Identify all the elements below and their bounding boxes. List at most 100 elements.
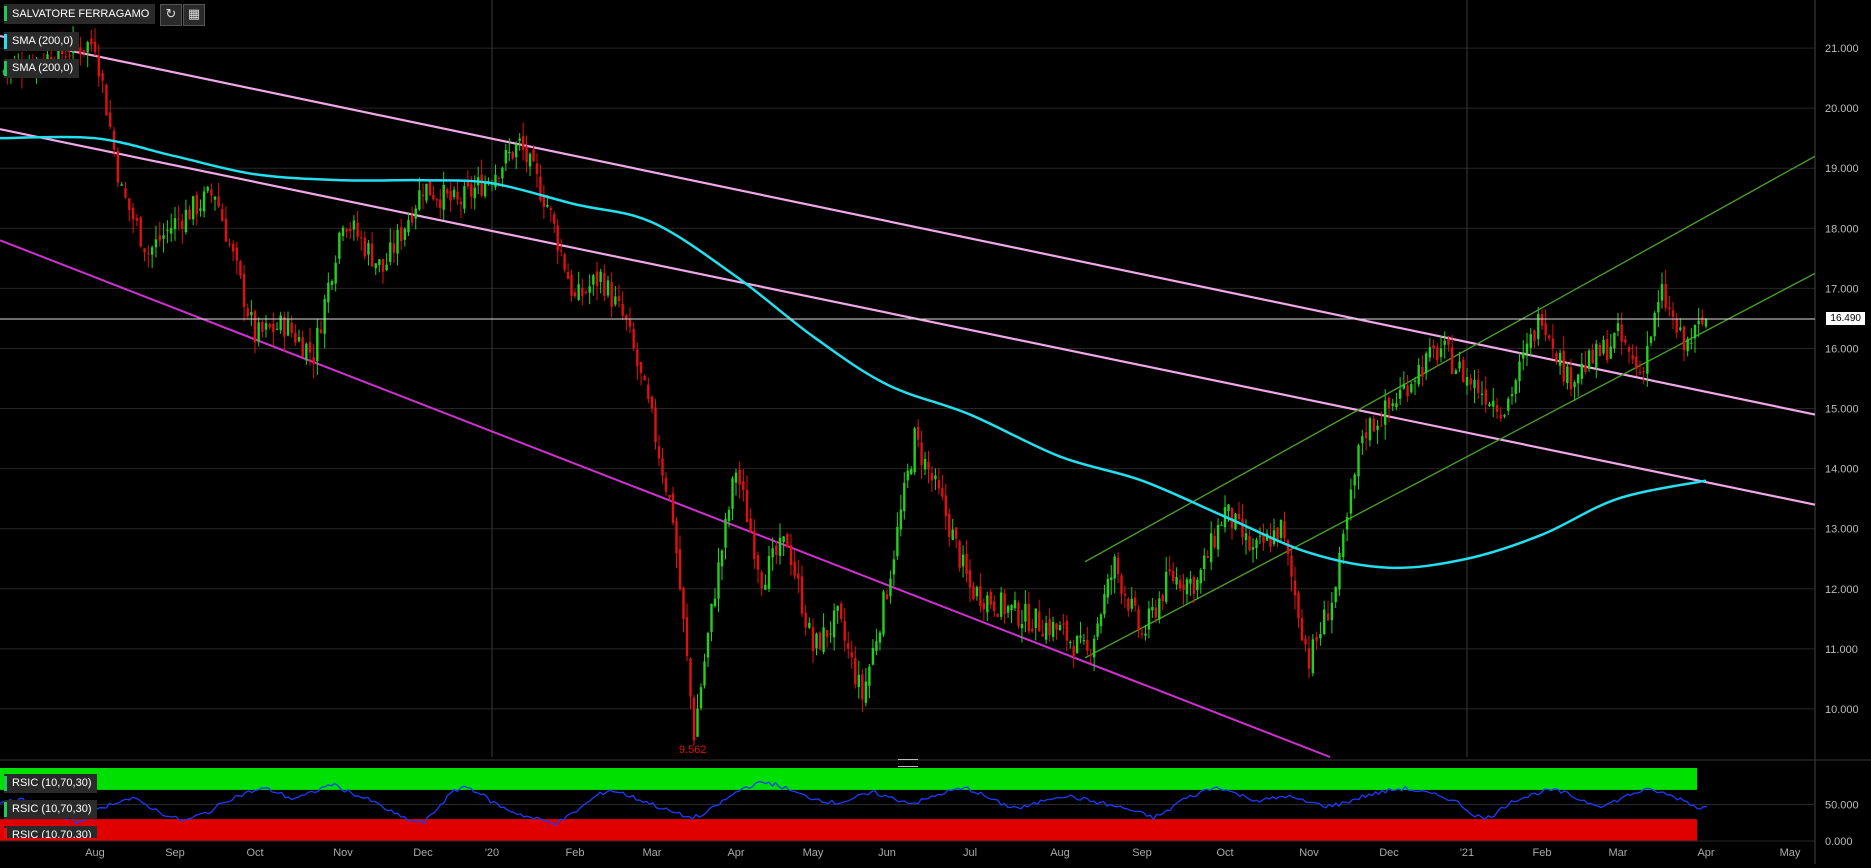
candle-body: [359, 237, 363, 239]
candle-body: [286, 319, 290, 336]
candle-body: [889, 578, 892, 596]
candle-body: [1027, 603, 1031, 632]
candle-body: [101, 73, 104, 81]
series-color-marker: [4, 802, 7, 817]
price-tick-label: 11.000: [1825, 644, 1858, 656]
candle-body: [297, 337, 301, 342]
candle-body: [1462, 359, 1465, 383]
candle-body: [1395, 403, 1398, 408]
candle-body: [1209, 533, 1213, 563]
candle-body: [1413, 380, 1417, 382]
candle-body: [975, 587, 979, 597]
candle-body: [210, 189, 213, 196]
price-chart[interactable]: 9.562 21.000 20.000 19.000 18.000 17.000 16.0…: [0, 0, 1871, 864]
candle-body: [643, 375, 646, 381]
candle-body: [312, 357, 315, 364]
candle-body: [1631, 355, 1634, 360]
candle-body: [1387, 397, 1391, 409]
candle-body: [782, 536, 785, 542]
candle-body: [657, 446, 661, 459]
candle-body: [1110, 577, 1113, 580]
indicator-tag-rsi-2[interactable]: RSIC (10,70,30): [4, 800, 98, 819]
candle-body: [832, 610, 836, 638]
candle-body: [1421, 366, 1424, 377]
candle-body: [452, 189, 456, 197]
candle-body: [1338, 552, 1341, 590]
candle-body: [664, 477, 668, 492]
candle-body: [731, 478, 734, 509]
candle-body: [1133, 597, 1137, 606]
candle-body: [1182, 584, 1185, 590]
candle-body: [1055, 623, 1058, 630]
candle-body: [177, 218, 180, 220]
candle-body: [1488, 403, 1491, 407]
candle-body: [800, 576, 804, 614]
indicator-tag-sma-2[interactable]: SMA (200,0): [4, 59, 80, 78]
candle-body: [1558, 352, 1562, 366]
candle-body: [294, 332, 297, 343]
candle-body: [1635, 356, 1638, 369]
candle-body: [675, 520, 678, 554]
candle-body: [501, 167, 504, 179]
candle-body: [724, 518, 727, 548]
candle-body: [1213, 535, 1216, 548]
candle-body: [494, 174, 497, 188]
time-tick-label: Oct: [246, 847, 263, 859]
time-tick-label: Aug: [85, 847, 105, 859]
candle-body: [231, 243, 235, 252]
candle-body: [825, 629, 829, 638]
candle-body: [857, 674, 861, 688]
candle-body: [546, 205, 549, 207]
candle-body: [425, 183, 428, 201]
candle-body: [1507, 398, 1510, 411]
candle-body: [566, 272, 570, 280]
candle-body: [1144, 633, 1147, 636]
candle-body: [771, 548, 774, 558]
candle-body: [961, 554, 965, 567]
indicator-tag-rsi-1[interactable]: RSIC (10,70,30): [4, 774, 98, 793]
time-tick-label: Nov: [333, 847, 353, 859]
candle-body: [941, 488, 944, 497]
candle-body: [875, 641, 878, 651]
symbol-label[interactable]: SALVATORE FERRAGAMO: [4, 4, 156, 24]
candle-body: [1297, 592, 1300, 619]
candle-body: [139, 217, 142, 247]
candle-body: [1017, 602, 1020, 627]
candle-body: [407, 220, 410, 233]
time-tick-label: Jun: [878, 847, 896, 859]
panel-resize-handle[interactable]: [898, 759, 918, 767]
candle-body: [920, 442, 923, 466]
candle-body: [892, 559, 896, 575]
candle-body: [1620, 324, 1623, 342]
candle-body: [1562, 351, 1565, 382]
candle-body: [1151, 606, 1154, 611]
refresh-button[interactable]: ↻: [160, 4, 182, 26]
chart-area[interactable]: 9.562 21.000 20.000 19.000 18.000 17.000 16.0…: [0, 0, 1871, 864]
candle-body: [903, 482, 906, 512]
candle-body: [927, 461, 930, 470]
price-tick-label: 16.000: [1825, 343, 1859, 355]
candle-body: [1424, 353, 1428, 374]
candle-body: [668, 495, 671, 498]
candle-body: [1041, 633, 1044, 637]
candle-body: [428, 179, 432, 196]
trendline-lower-support: [0, 239, 1331, 758]
candle-body: [621, 303, 624, 316]
candle-body: [279, 315, 282, 331]
candle-body: [1537, 313, 1540, 339]
candle-body: [1300, 618, 1304, 641]
candle-body: [253, 311, 257, 343]
candle-body: [581, 287, 584, 296]
candle-body: [913, 428, 916, 473]
indicator-tag-rsi-3[interactable]: RSIC (10,70,30): [4, 826, 98, 838]
candle-body: [958, 541, 961, 568]
candle-body: [97, 55, 101, 77]
candle-body: [1569, 367, 1573, 390]
indicator-tag-sma-1[interactable]: SMA (200,0): [4, 32, 80, 51]
candle-body: [1627, 347, 1631, 352]
candle-body: [1010, 605, 1013, 610]
time-tick-label: Feb: [566, 847, 585, 859]
candle-body: [1103, 594, 1106, 615]
candle-body: [363, 237, 367, 257]
calendar-button[interactable]: ▦: [183, 4, 205, 26]
